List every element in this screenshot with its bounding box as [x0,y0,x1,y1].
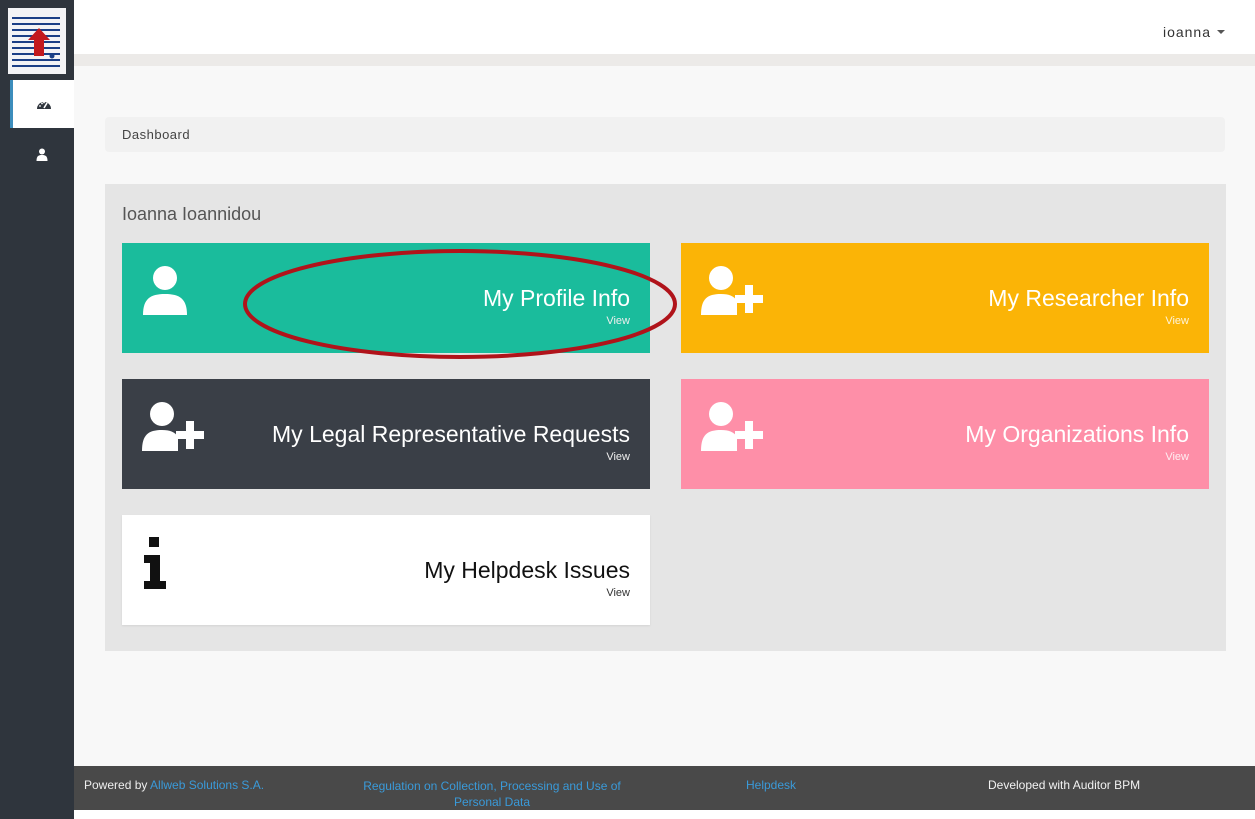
tile-view-link[interactable]: View [606,315,630,327]
tile-my-profile-info[interactable]: My Profile Info View [122,243,650,353]
tile-my-organizations-info[interactable]: My Organizations Info View [681,379,1209,489]
footer-powered-by: Powered by Allweb Solutions S.A. [84,778,264,792]
panel-title: Ioanna Ioannidou [122,204,262,224]
top-bar: ioanna [74,0,1255,66]
tile-title: My Organizations Info [965,421,1189,447]
sidebar-item-dashboard[interactable] [10,80,74,128]
tile-view-link[interactable]: View [606,587,630,599]
app-logo[interactable] [8,8,66,74]
helpdesk-link[interactable]: Helpdesk [746,778,796,792]
user-plus-icon [142,401,208,456]
sidebar [0,0,74,819]
tile-title: My Legal Representative Requests [272,421,630,447]
tile-my-legal-representative-requests[interactable]: My Legal Representative Requests View [122,379,650,489]
tile-title: My Helpdesk Issues [424,557,630,583]
footer: Powered by Allweb Solutions S.A. Regulat… [74,766,1255,810]
allweb-link[interactable]: Allweb Solutions S.A. [150,778,264,792]
developed-with-label: Developed with Auditor BPM [988,778,1141,792]
user-menu-toggle[interactable]: ioanna [1163,24,1225,40]
tile-title: My Profile Info [483,285,630,311]
user-name: ioanna [1162,24,1211,40]
sidebar-item-profile[interactable] [10,130,74,178]
user-icon [142,265,188,320]
regulation-link[interactable]: Regulation on Collection, Processing and… [357,778,627,810]
tile-title: My Researcher Info [988,285,1189,311]
user-plus-icon [701,401,767,456]
dashboard-icon [36,98,52,110]
tile-view-link[interactable]: View [606,451,630,463]
tile-view-link[interactable]: View [1165,451,1189,463]
main-content: Dashboard Ioanna Ioannidou My Profile In… [74,66,1255,766]
user-plus-icon [701,265,767,320]
info-icon [142,537,168,594]
tile-view-link[interactable]: View [1165,315,1189,327]
bottom-strip [74,810,1255,819]
breadcrumb: Dashboard [105,117,1225,152]
user-icon [36,148,48,161]
caret-down-icon [1217,30,1225,34]
app-root: ioanna Dashboard Ioanna Ioannidou My Pro… [0,0,1255,819]
dashboard-panel: Ioanna Ioannidou My Profile Info View My… [105,184,1226,651]
powered-by-label: Powered by [84,778,151,792]
tile-my-helpdesk-issues[interactable]: My Helpdesk Issues View [122,515,650,625]
breadcrumb-item-dashboard[interactable]: Dashboard [122,127,190,142]
tile-my-researcher-info[interactable]: My Researcher Info View [681,243,1209,353]
